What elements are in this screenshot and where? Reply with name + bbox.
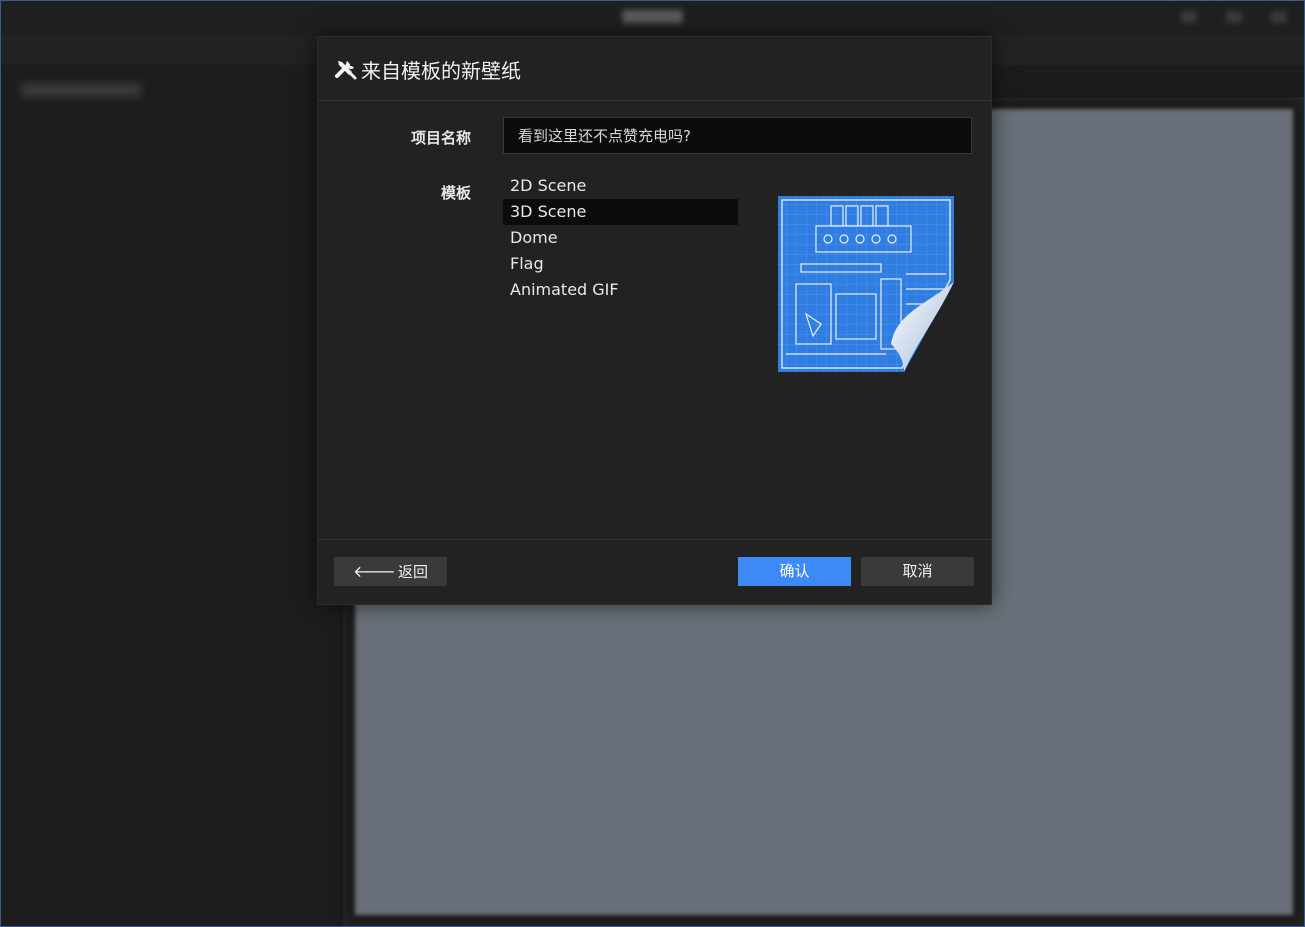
dialog-title: 来自模板的新壁纸	[361, 59, 521, 83]
cancel-button[interactable]: 取消	[861, 557, 974, 586]
blueprint-preview-icon	[778, 196, 954, 372]
template-list: 2D Scene 3D Scene Dome Flag Animated GIF	[503, 173, 738, 303]
template-item-animated-gif[interactable]: Animated GIF	[503, 277, 738, 303]
project-name-label: 项目名称	[410, 129, 471, 147]
confirm-button[interactable]: 确认	[738, 557, 851, 586]
dialog-header: 来自模板的新壁纸	[318, 37, 991, 101]
template-label: 模板	[440, 184, 471, 202]
background-title-blurred: ▇▇▇▇▇▇	[622, 9, 683, 24]
template-item-3d-scene[interactable]: 3D Scene	[503, 199, 738, 225]
background-sidebar	[1, 65, 341, 926]
background-sidebar-item	[21, 83, 141, 97]
template-item-dome[interactable]: Dome	[503, 225, 738, 251]
background-titlebar: ▇▇▇▇▇▇	[1, 1, 1304, 35]
template-item-flag[interactable]: Flag	[503, 251, 738, 277]
new-wallpaper-dialog: 来自模板的新壁纸 项目名称 模板 2D Scene 3D Scene Dome …	[317, 36, 992, 605]
template-item-2d-scene[interactable]: 2D Scene	[503, 173, 738, 199]
project-name-input[interactable]	[503, 117, 972, 154]
back-button-label: 返回	[397, 563, 428, 581]
background-close-icon	[1271, 11, 1287, 23]
footer-divider	[318, 539, 991, 540]
tools-icon	[335, 61, 357, 80]
arrow-left-icon: 🡐	[353, 562, 396, 581]
app-window: ▇▇▇▇▇▇ 来自模板的新壁纸 项目名称 模板 2D Scene	[0, 0, 1305, 927]
back-button[interactable]: 🡐 返回	[334, 557, 447, 586]
background-minimize-icon	[1181, 11, 1197, 23]
background-maximize-icon	[1226, 11, 1242, 23]
